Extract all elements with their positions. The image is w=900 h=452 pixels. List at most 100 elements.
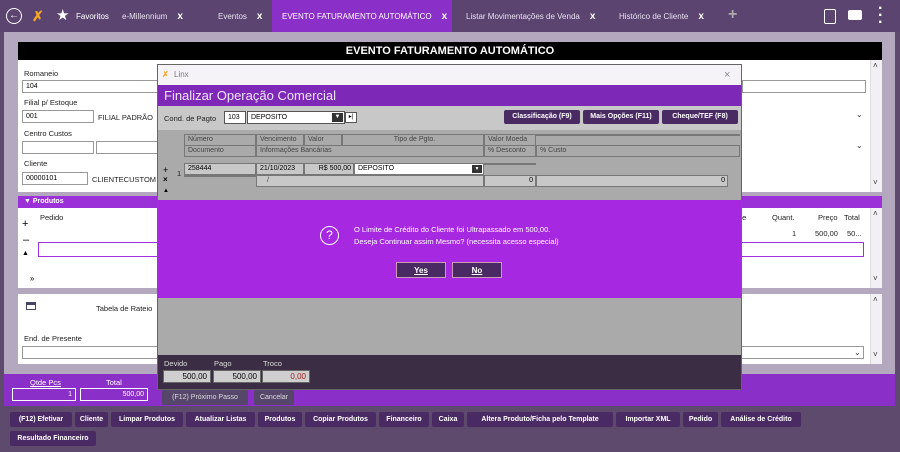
caixa-button[interactable]: Caixa — [432, 412, 464, 427]
cancelar-button[interactable]: Cancelar — [254, 390, 294, 405]
triangle-up-icon[interactable]: ▲ — [22, 250, 29, 257]
close-icon[interactable]: x — [698, 11, 704, 22]
proximo-passo-button[interactable]: (F12) Próximo Passo — [162, 390, 248, 405]
chevron-up-icon[interactable]: ˄ — [873, 61, 878, 70]
tab-evento-faturamento[interactable]: EVENTO FATURAMENTO AUTOMÁTICO x — [272, 0, 452, 32]
skip-forward-icon[interactable]: ▸| — [345, 112, 357, 123]
chevron-down-icon[interactable]: ˅ — [873, 178, 878, 187]
grid-subheader-documento: Documento — [184, 145, 256, 157]
altera-produto-button[interactable]: Altera Produto/Ficha pelo Template — [467, 412, 613, 427]
cell-custo[interactable]: 0 — [536, 175, 728, 187]
financeiro-button[interactable]: Financeiro — [379, 412, 429, 427]
tab-eventos[interactable]: Eventos x — [218, 0, 262, 32]
pago-label: Pago — [214, 359, 232, 368]
grid-subheader-desconto: % Desconto — [484, 145, 536, 157]
expand-icon[interactable]: » — [30, 274, 34, 283]
troco-label: Troco — [263, 359, 282, 368]
linx-logo-icon: ✗ — [32, 8, 44, 24]
chevron-up-icon[interactable]: ˄ — [873, 209, 878, 218]
yes-button[interactable]: Yes — [396, 262, 446, 278]
cell-documento[interactable] — [184, 175, 256, 177]
star-icon[interactable]: ★ — [56, 6, 69, 24]
efetivar-button[interactable]: (F12) Efetivar — [10, 412, 72, 427]
no-button[interactable]: No — [452, 262, 502, 278]
centro-custos-name-field[interactable] — [96, 141, 158, 154]
cell-vencimento[interactable]: 21/10/2023 — [256, 163, 304, 175]
qtde-pcs-label: Qtde Pcs — [30, 378, 61, 387]
pedido-column-header: Pedido — [40, 213, 64, 222]
top-navigation-bar: ← ✗ ★ Favoritos e-Millennium x Eventos x E… — [0, 0, 900, 32]
pedido-button[interactable]: Pedido — [683, 412, 718, 427]
row-add-icon[interactable]: + — [163, 165, 168, 175]
back-icon[interactable]: ← — [6, 8, 22, 24]
cell-valor-moeda[interactable] — [484, 163, 536, 165]
chevron-down-icon[interactable]: ⌄ — [854, 348, 861, 357]
produtos-button[interactable]: Produtos — [258, 412, 302, 427]
tabela-rateio-label[interactable]: Tabela de Rateio — [96, 304, 152, 313]
cell-desconto[interactable]: 0 — [484, 175, 536, 187]
tab-label: EVENTO FATURAMENTO AUTOMÁTICO — [282, 11, 432, 21]
chevron-down-icon[interactable]: ▼ — [472, 165, 482, 173]
header-scrollbar[interactable]: ˄ ˅ — [870, 60, 882, 192]
centro-custos-field[interactable] — [22, 141, 94, 154]
more-options-icon[interactable]: · · · — [878, 1, 883, 31]
triangle-up-icon[interactable]: ▲ — [163, 188, 169, 194]
limpar-produtos-button[interactable]: Limpar Produtos — [111, 412, 183, 427]
qtde-pcs-field: 1 — [12, 388, 76, 401]
cell-info-bancarias[interactable]: / — [256, 175, 484, 187]
cell-valor[interactable]: R$ 500,00 — [304, 163, 354, 175]
chevron-up-icon[interactable]: ˄ — [873, 295, 878, 304]
analise-credito-button[interactable]: Análise de Crédito — [721, 412, 801, 427]
close-icon[interactable]: x — [177, 11, 183, 22]
add-tab-icon[interactable]: + — [728, 6, 737, 24]
cell-numero[interactable]: 258444 — [184, 163, 256, 175]
row-preco: 500,00 — [815, 229, 838, 238]
close-icon[interactable]: x — [442, 11, 448, 22]
clipboard-icon[interactable] — [824, 9, 836, 24]
linx-logo-icon: ✗ — [162, 70, 169, 79]
row-number: 1 — [177, 169, 182, 178]
tab-e-millennium[interactable]: e-Millennium x — [122, 0, 183, 32]
filial-name: FILIAL PADRÃO — [98, 113, 154, 122]
chevron-down-icon[interactable]: ˅ — [873, 274, 878, 283]
mais-opcoes-button[interactable]: Mais Opções (F11) — [583, 110, 659, 124]
copiar-produtos-button[interactable]: Copiar Produtos — [305, 412, 376, 427]
finalizar-operacao-dialog: ✗ Linx × Finalizar Operação Comercial Co… — [157, 64, 742, 390]
tab-listar-movimentacoes[interactable]: Listar Movimentações de Venda x — [466, 0, 595, 32]
favorites-link[interactable]: Favoritos — [76, 0, 109, 32]
right-field-1[interactable] — [742, 80, 866, 93]
romaneio-field[interactable]: 104 — [22, 80, 158, 93]
tab-historico-cliente[interactable]: Histórico de Cliente x — [619, 0, 704, 32]
atualizar-listas-button[interactable]: Atualizar Listas — [186, 412, 255, 427]
close-icon[interactable]: x — [257, 11, 263, 22]
remove-row-icon[interactable]: – — [23, 234, 29, 246]
add-row-icon[interactable]: + — [22, 218, 28, 230]
close-icon[interactable]: × — [724, 65, 730, 85]
chevron-down-icon[interactable]: ⌄ — [856, 141, 863, 150]
chevron-down-icon[interactable]: ˅ — [873, 350, 878, 359]
table-icon — [26, 302, 36, 310]
dialog-toolbar: Cond. de Pagto 103 DEPOSITO ▼ ▸| Classif… — [158, 106, 741, 130]
cheque-tef-button[interactable]: Cheque/TEF (F8) — [662, 110, 738, 124]
rateio-scrollbar[interactable]: ˄ ˅ — [870, 294, 882, 364]
cond-pagto-code-field[interactable]: 103 — [224, 111, 246, 124]
chevron-down-icon[interactable]: ▼ — [332, 113, 343, 122]
row-total: 50... — [847, 229, 862, 238]
chevron-down-icon[interactable]: ⌄ — [856, 110, 863, 119]
triangle-down-icon: ▼ — [24, 198, 33, 205]
cond-pagto-select[interactable]: DEPOSITO — [247, 111, 345, 124]
row-quant: 1 — [792, 229, 797, 238]
cliente-code-field[interactable]: 00000101 — [22, 172, 88, 185]
message-line-1: O Limite de Crédito do Cliente foi Ultra… — [354, 225, 551, 234]
resultado-financeiro-button[interactable]: Resultado Financeiro — [10, 431, 96, 446]
chat-icon[interactable] — [848, 10, 862, 20]
close-icon[interactable]: x — [590, 11, 596, 22]
classificacao-button[interactable]: Classificação (F9) — [504, 110, 580, 124]
produtos-scrollbar[interactable]: ˄ ˅ — [870, 208, 882, 288]
importar-xml-button[interactable]: Importar XML — [616, 412, 680, 427]
cliente-button[interactable]: Cliente — [75, 412, 108, 427]
filial-code-field[interactable]: 001 — [22, 110, 94, 123]
filial-label: Filial p/ Estoque — [24, 98, 78, 107]
cell-tipo-pgto[interactable]: DEPOSITO — [354, 163, 484, 175]
row-remove-icon[interactable]: × — [163, 175, 168, 184]
